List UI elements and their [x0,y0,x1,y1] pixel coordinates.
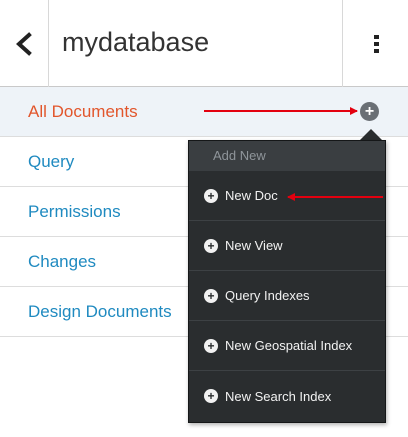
plus-circle-icon: + [204,389,218,403]
menu-item-label: New Doc [225,188,278,203]
vertical-ellipsis-icon [373,34,379,53]
menu-item-new-doc[interactable]: + New Doc [189,171,385,221]
database-name: mydatabase [62,27,210,57]
database-header: mydatabase [0,0,408,87]
menu-item-new-search-index[interactable]: + New Search Index [189,371,385,421]
plus-circle-icon: + [204,238,218,253]
menu-item-label: New Search Index [225,388,332,404]
plus-circle-icon: + [204,188,218,203]
add-new-button[interactable]: + [360,102,379,121]
menu-item-new-view[interactable]: + New View [189,221,385,271]
menu-item-label: Query Indexes [225,288,310,303]
plus-circle-icon: + [204,288,218,303]
menu-item-label: New Geospatial Index [225,338,353,353]
menu-item-label: New View [225,238,283,253]
nav-item-all-documents[interactable]: All Documents [0,87,408,137]
menu-item-query-indexes[interactable]: + Query Indexes [189,271,385,321]
chevron-left-icon [16,31,32,56]
dropdown-caret [360,129,382,140]
dropdown-header: Add New [189,141,385,171]
back-button[interactable] [0,0,49,87]
plus-circle-icon: + [204,338,218,353]
menu-button[interactable] [342,0,408,87]
add-new-dropdown: Add New + New Doc + New View + Query Ind… [188,140,386,423]
menu-item-new-geospatial-index[interactable]: + New Geospatial Index [189,321,385,371]
plus-circle-icon: + [364,102,375,120]
